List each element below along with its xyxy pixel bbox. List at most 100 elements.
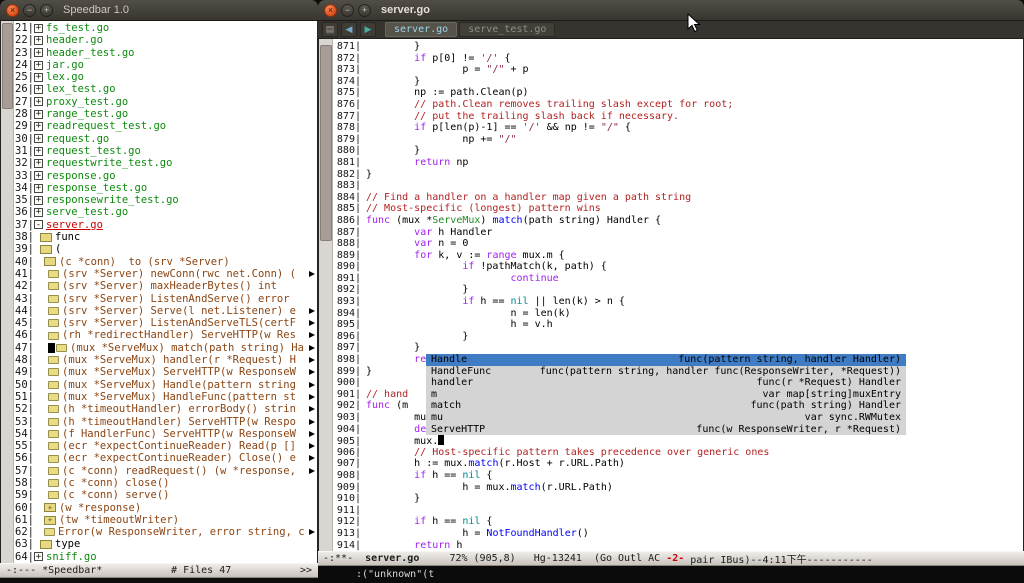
code-line[interactable]: 875| np := path.Clean(p) [335,87,1023,99]
folder-plus-icon[interactable]: + [44,516,56,525]
code-line[interactable]: 874| } [335,76,1023,88]
tag-icon[interactable] [48,491,59,499]
completion-item[interactable]: ServeHTTPfunc(w ResponseWriter, r *Reque… [426,424,906,436]
expand-icon[interactable]: + [34,110,43,119]
code-line[interactable]: 882|} [335,169,1023,181]
speedbar-item[interactable]: 28|+range_test.go [15,108,317,120]
speedbar-item[interactable]: 22|+header.go [15,34,317,46]
tag-icon[interactable] [48,405,59,413]
speedbar-modeline[interactable]: -:--- *Speedbar* # Files 47 >> [0,563,318,578]
code-line[interactable]: 889| for k, v := range mux.m { [335,250,1023,262]
tag-icon[interactable] [48,332,59,340]
speedbar-scrollbar[interactable] [1,21,14,563]
code-line[interactable]: 891| continue [335,273,1023,285]
completion-item[interactable]: handlerfunc(r *Request) Handler [426,377,906,389]
tag-icon[interactable] [48,368,59,376]
code-line[interactable]: 896| } [335,331,1023,343]
minimize-button[interactable]: − [23,4,36,17]
speedbar-item[interactable]: 37|-server.go [15,219,317,231]
expand-icon[interactable]: + [34,147,43,156]
tag-icon[interactable] [48,418,59,426]
speedbar-item[interactable]: 30|+request.go [15,133,317,145]
speedbar-item[interactable]: 61|+(tw *timeoutWriter) [15,514,317,526]
folder-icon[interactable] [40,245,52,254]
code-line[interactable]: 908| if h == nil { [335,470,1023,482]
speedbar-item[interactable]: 32|+requestwrite_test.go [15,157,317,169]
expand-icon[interactable]: + [34,171,43,180]
editor-scrollbar[interactable] [319,39,333,551]
back-icon[interactable]: ◀ [341,22,357,37]
speedbar-item[interactable]: 64|+sniff.go [15,551,317,563]
code-line[interactable]: 872| if p[0] != '/' { [335,53,1023,65]
tag-icon[interactable] [56,344,67,352]
run-icon[interactable]: ▶ [360,22,376,37]
completion-item[interactable]: HandleFuncfunc(pattern string, handler f… [426,366,906,378]
speedbar-item[interactable]: 33|+response.go [15,170,317,182]
code-line[interactable]: 886|func (mux *ServeMux) match(path stri… [335,215,1023,227]
speedbar-item[interactable]: 35|+responsewrite_test.go [15,194,317,206]
speedbar-item[interactable]: 63|type [15,538,317,550]
code-line[interactable]: 913| h = NotFoundHandler() [335,528,1023,540]
speedbar-item[interactable]: 60|+(w *response) [15,502,317,514]
code-line[interactable]: 888| var n = 0 [335,238,1023,250]
tag-icon[interactable] [48,381,59,389]
expand-icon[interactable]: + [34,208,43,217]
code-line[interactable]: 893| if h == nil || len(k) > n { [335,296,1023,308]
speedbar-item[interactable]: 48|(mux *ServeMux) handler(r *Request) H [15,354,317,366]
speedbar-item[interactable]: 53|(h *timeoutHandler) ServeHTTP(w Respo [15,416,317,428]
speedbar-item[interactable]: 25|+lex.go [15,71,317,83]
expand-icon[interactable]: + [34,24,43,33]
tag-icon[interactable] [48,319,59,327]
expand-icon[interactable]: + [34,159,43,168]
folder-icon[interactable] [44,257,56,266]
expand-icon[interactable]: + [34,48,43,57]
expand-icon[interactable]: + [34,85,43,94]
speedbar-item[interactable]: 29|+readrequest_test.go [15,120,317,132]
maximize-button[interactable]: + [358,4,371,17]
tag-icon[interactable] [48,467,59,475]
speedbar-item[interactable]: 56|(ecr *expectContinueReader) Close() e [15,452,317,464]
tag-icon[interactable] [48,479,59,487]
tab-serve_test-go[interactable]: serve_test.go [459,22,555,37]
speedbar-item[interactable]: 24|+jar.go [15,59,317,71]
tag-icon[interactable] [48,270,59,278]
expand-icon[interactable]: + [34,61,43,70]
folder-icon[interactable] [40,540,52,549]
speedbar-item[interactable]: 62|Error(w ResponseWriter, error string,… [15,526,317,538]
speedbar-item[interactable]: 54|(f HandlerFunc) ServeHTTP(w ResponseW [15,428,317,440]
tab-server-go[interactable]: server.go [385,22,457,37]
minibuffer[interactable]: :("unknown"(t [318,566,1024,583]
close-button[interactable]: × [6,4,19,17]
code-line[interactable]: 914| return h [335,540,1023,551]
speedbar-item[interactable]: 52|(h *timeoutHandler) errorBody() strin [15,403,317,415]
speedbar-item[interactable]: 58|(c *conn) close() [15,477,317,489]
code-line[interactable]: 873| p = "/" + p [335,64,1023,76]
code-line[interactable]: 906| // Host-specific pattern takes prec… [335,447,1023,459]
expand-icon[interactable]: + [34,73,43,82]
close-button[interactable]: × [324,4,337,17]
speedbar-item[interactable]: 38|func [15,231,317,243]
code-line[interactable]: 878| if p[len(p)-1] == '/' && np != "/" … [335,122,1023,134]
code-line[interactable]: 885|// Most-specific (longest) pattern w… [335,203,1023,215]
expand-icon[interactable]: + [34,134,43,143]
code-line[interactable]: 871| } [335,41,1023,53]
speedbar-item[interactable]: 49|(mux *ServeMux) ServeHTTP(w ResponseW [15,366,317,378]
code-line[interactable]: 910| } [335,493,1023,505]
maximize-button[interactable]: + [40,4,53,17]
tag-icon[interactable] [48,393,59,401]
speedbar-item[interactable]: 26|+lex_test.go [15,83,317,95]
code-line[interactable]: 905| mux. [335,435,1023,447]
menu-icon[interactable]: ▤ [322,22,338,37]
expand-icon[interactable]: + [34,36,43,45]
speedbar-item[interactable]: 59|(c *conn) serve() [15,489,317,501]
completion-item[interactable]: mvar map[string]muxEntry [426,389,906,401]
completion-item[interactable]: Handlefunc(pattern string, handler Handl… [426,354,906,366]
code-line[interactable]: 895| h = v.h [335,319,1023,331]
code-line[interactable]: 911| [335,505,1023,517]
code-line[interactable]: 894| n = len(k) [335,308,1023,320]
code-line[interactable]: 876| // path.Clean removes trailing slas… [335,99,1023,111]
speedbar-item[interactable]: 41|(srv *Server) newConn(rwc net.Conn) ( [15,268,317,280]
collapse-icon[interactable]: - [34,220,43,229]
speedbar-modeline-right[interactable]: >> [300,565,312,576]
tag-icon[interactable] [48,455,59,463]
